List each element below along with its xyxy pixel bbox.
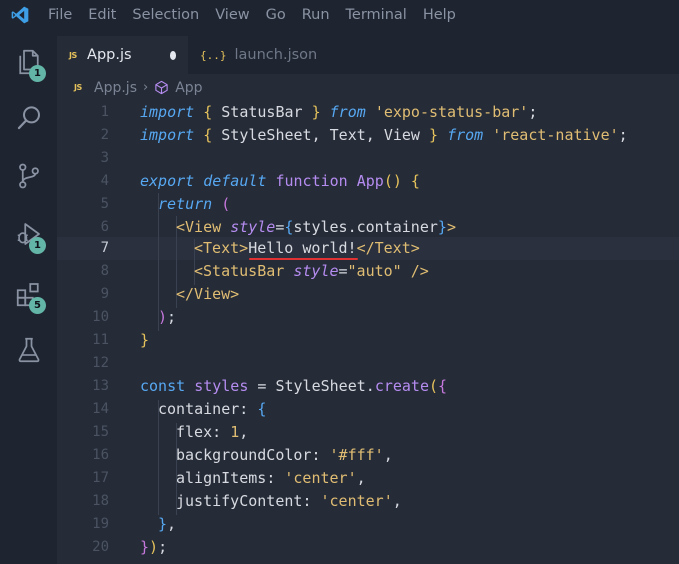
search-icon [17, 106, 40, 130]
tab-app-js[interactable]: JS App.js [57, 36, 188, 74]
code-line-15: flex: 1, [176, 423, 249, 441]
vscode-logo-icon [0, 0, 40, 30]
activity-bar: 1 1 5 [0, 30, 57, 564]
run-debug-button[interactable]: 1 [0, 206, 57, 262]
tab-label: launch.json [234, 47, 318, 63]
unsaved-dot-icon[interactable] [169, 50, 176, 60]
chevron-right-icon: › [142, 80, 149, 95]
source-control-icon [18, 163, 39, 189]
extensions-badge: 5 [29, 297, 46, 314]
editor-tabs: JS App.js {..} launch.json [57, 36, 679, 74]
tab-label: App.js [87, 47, 132, 63]
title-bar: File Edit Selection View Go Run Terminal… [0, 0, 679, 30]
source-control-button[interactable] [0, 148, 57, 204]
code-line-4: export default function App() { [140, 172, 420, 190]
code-line-20: }); [140, 538, 168, 556]
explorer-button[interactable]: 1 [0, 34, 57, 90]
code-line-8: <StatusBar style="auto" /> [194, 262, 429, 280]
code-line-16: backgroundColor: '#fff', [176, 446, 393, 464]
breadcrumb: JS App.js › App [57, 74, 679, 101]
code-line-9: </View> [176, 285, 240, 303]
tab-launch-json[interactable]: {..} launch.json [188, 36, 329, 74]
menu-go[interactable]: Go [258, 0, 294, 30]
menu-run[interactable]: Run [294, 0, 338, 30]
code-line-2: import { StyleSheet, Text, View } from '… [140, 126, 628, 144]
code-editor[interactable]: 1 2 3 4 5 6 7 8 9 10 11 12 13 14 15 16 1… [57, 101, 679, 564]
code-line-11: } [140, 331, 150, 349]
menu-help[interactable]: Help [415, 0, 464, 30]
javascript-file-icon: JS [69, 50, 77, 60]
breadcrumb-symbol[interactable]: App [175, 80, 202, 96]
json-file-icon: {..} [200, 48, 227, 62]
code-line-10: ); [158, 308, 177, 326]
code-line-18: justifyContent: 'center', [176, 492, 402, 510]
line-number: 3 [100, 150, 109, 166]
code-line-5: return ( [158, 195, 231, 213]
debug-badge: 1 [29, 237, 46, 254]
symbol-method-icon [155, 80, 168, 95]
menu-file[interactable]: File [40, 0, 80, 30]
code-line-13: const styles = StyleSheet.create({ [140, 377, 448, 395]
line-number: 12 [92, 355, 109, 371]
code-line-1: import { StatusBar } from 'expo-status-b… [140, 103, 538, 121]
code-line-19: }, [158, 515, 177, 533]
menu-edit[interactable]: Edit [80, 0, 124, 30]
explorer-badge: 1 [29, 65, 46, 82]
code-line-17: alignItems: 'center', [176, 469, 366, 487]
menu-selection[interactable]: Selection [124, 0, 207, 30]
breadcrumb-file[interactable]: App.js [94, 80, 137, 96]
flask-icon [18, 337, 39, 363]
javascript-file-icon: JS [74, 83, 82, 92]
code-line-6: <View style={styles.container}> [176, 218, 456, 236]
search-button[interactable] [0, 90, 57, 146]
menu-terminal[interactable]: Terminal [338, 0, 415, 30]
code-line-14: container: { [158, 400, 267, 418]
testing-button[interactable] [0, 322, 57, 378]
extensions-button[interactable]: 5 [0, 266, 57, 322]
menu-view[interactable]: View [207, 0, 257, 30]
code-line-7: <Text>Hello world!</Text> [194, 239, 420, 257]
